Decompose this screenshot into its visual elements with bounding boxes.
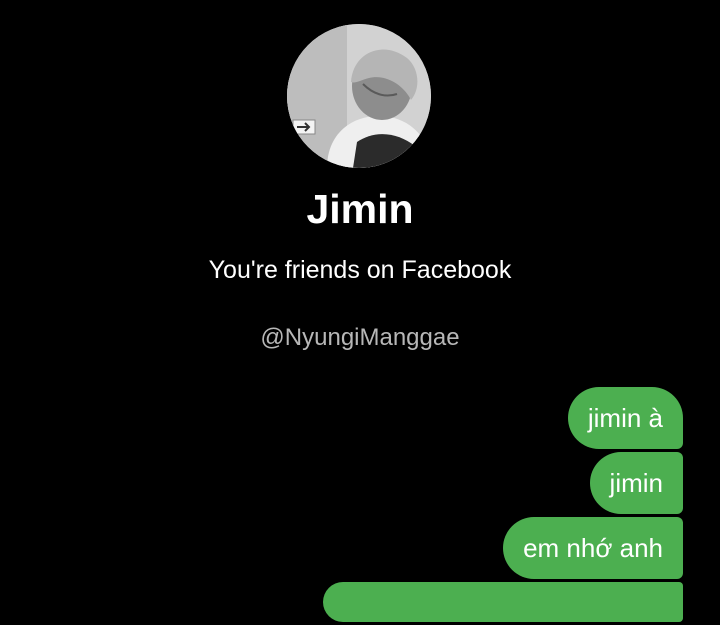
message-bubble[interactable]: jimin — [589, 452, 683, 514]
message-bubble[interactable]: jimin à — [567, 387, 683, 449]
friendship-status: You're friends on Facebook — [208, 256, 512, 284]
message-bubble[interactable]: em nhớ anh — [503, 517, 683, 579]
message-bubble-partial[interactable] — [323, 582, 683, 622]
message-list: jimin à jimin em nhớ anh — [323, 387, 683, 625]
contact-avatar[interactable] — [287, 24, 431, 168]
contact-name: Jimin — [306, 186, 414, 232]
avatar-photo — [287, 24, 431, 168]
contact-username[interactable]: @NyungiManggae — [0, 322, 720, 354]
